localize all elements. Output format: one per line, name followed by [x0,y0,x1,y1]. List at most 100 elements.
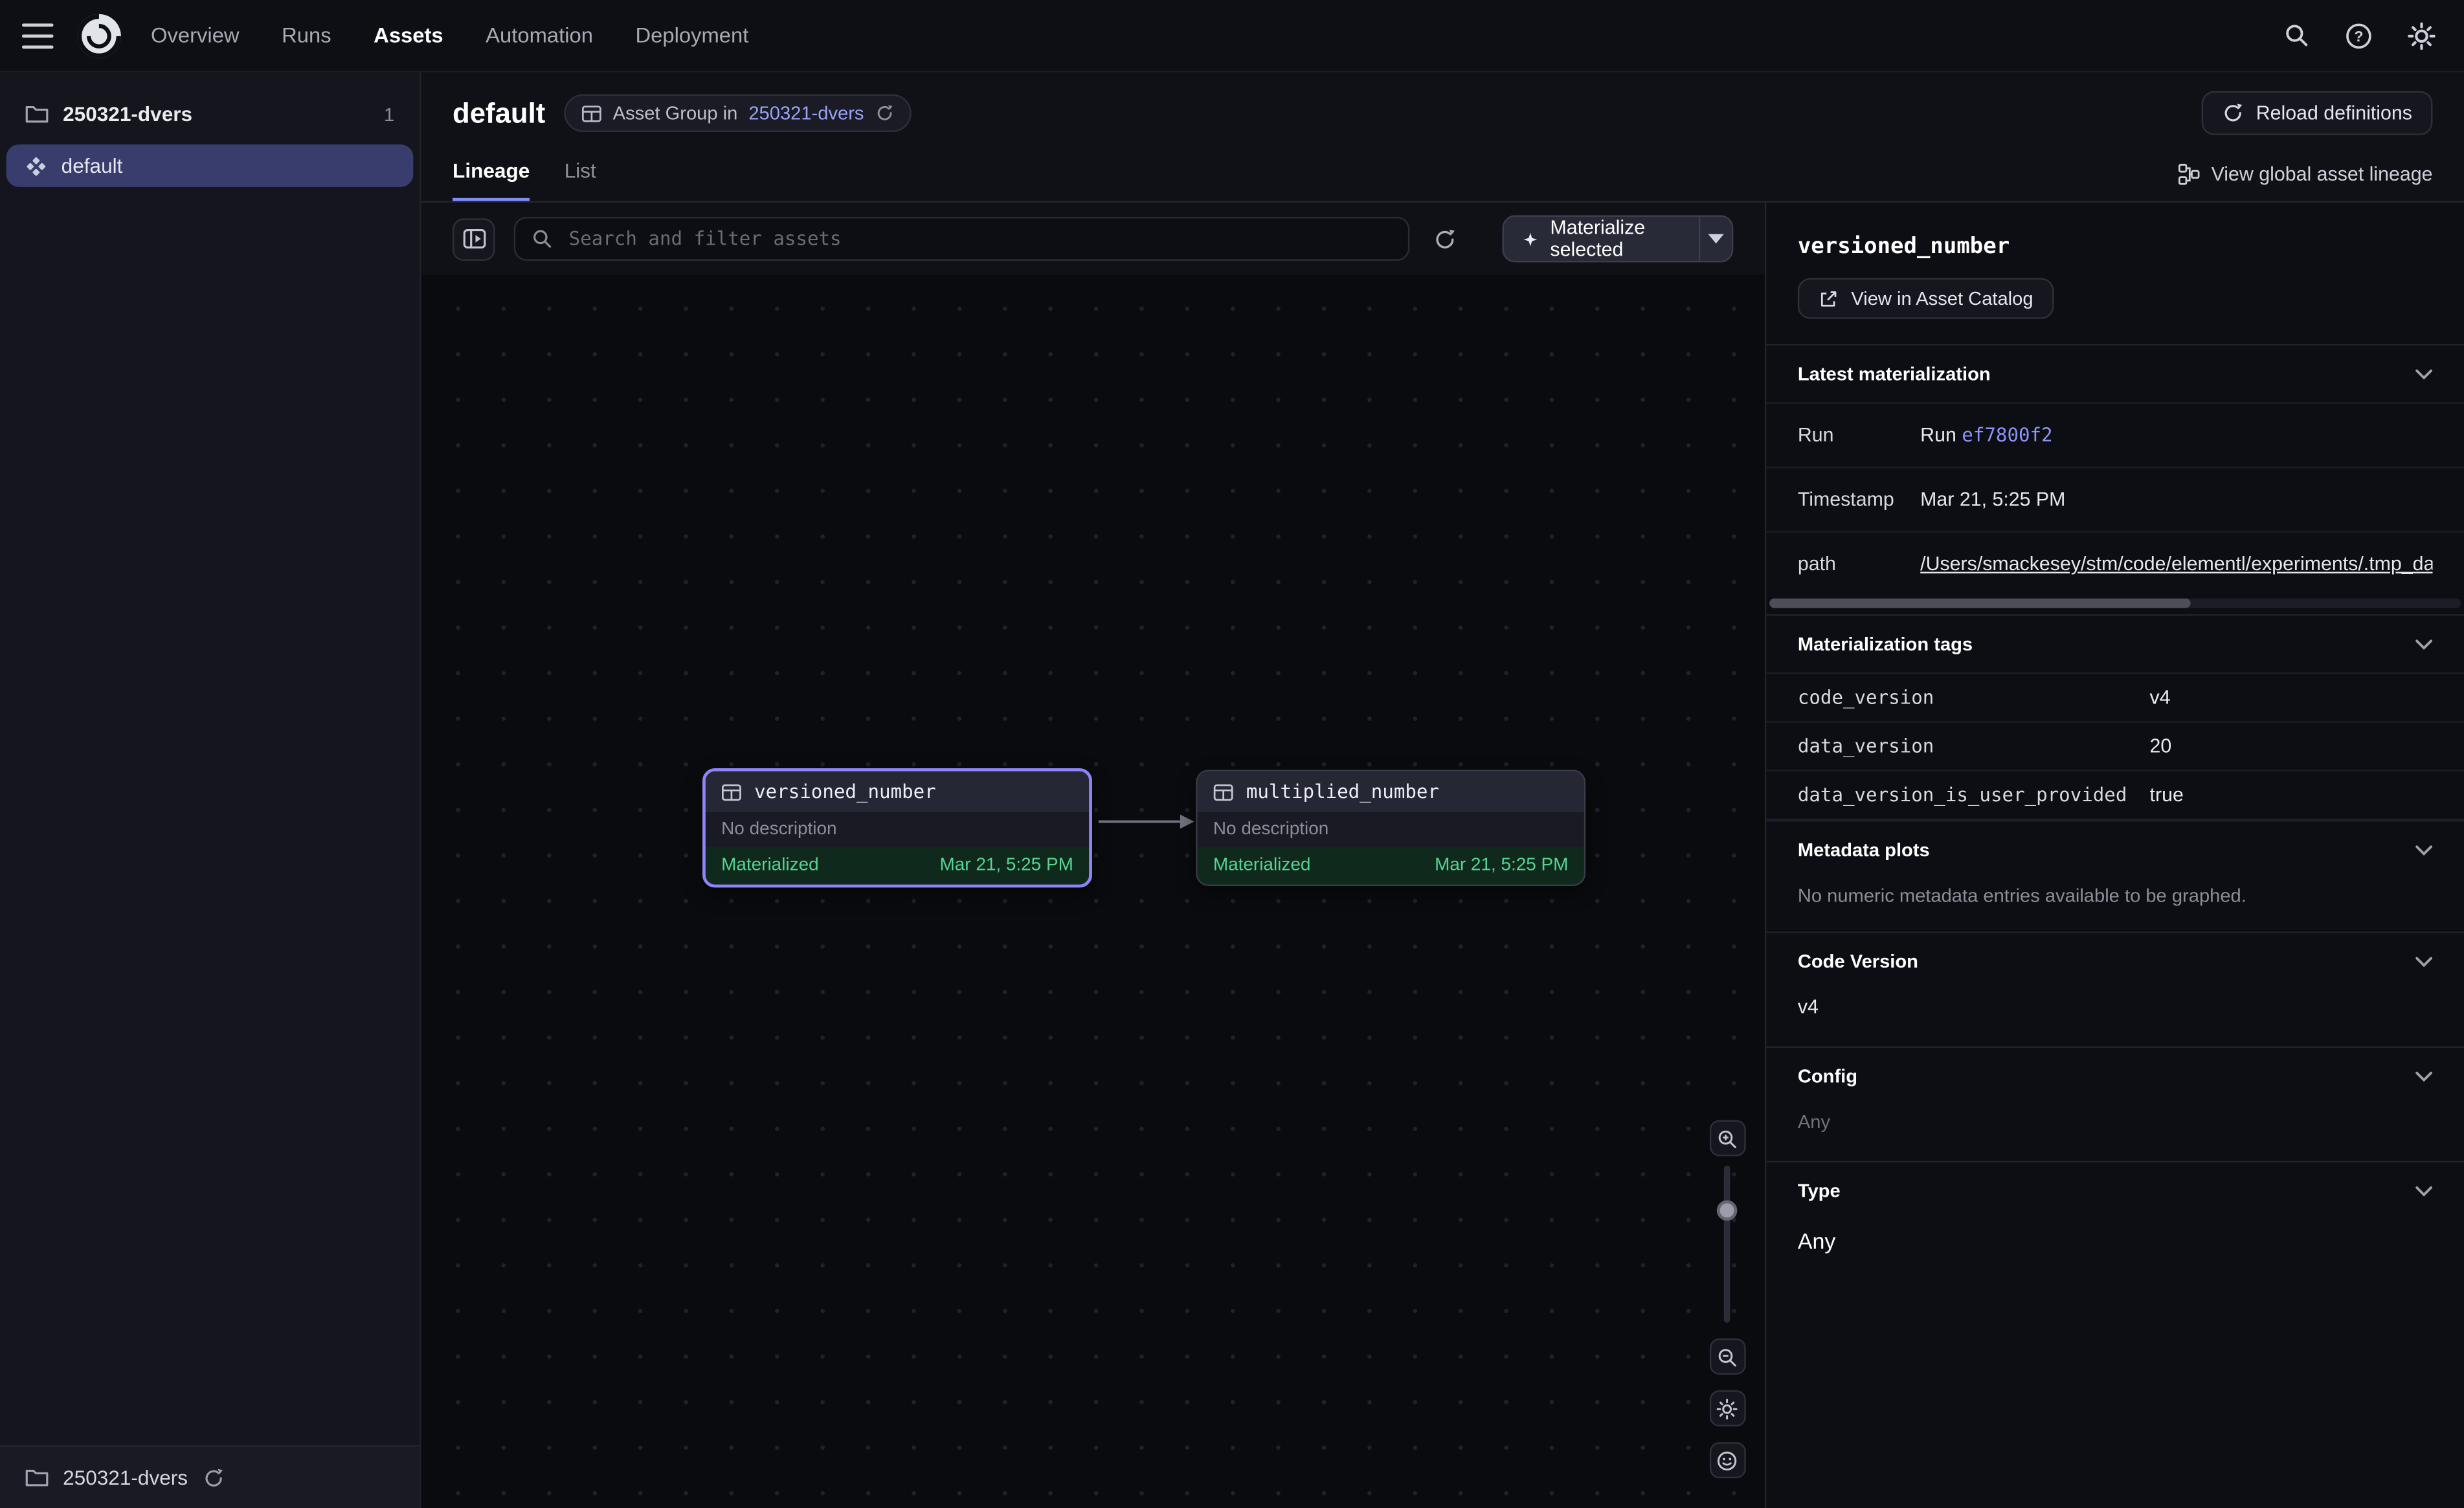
asset-detail-panel: versioned_number View in Asset Catalog L… [1765,203,2464,1508]
run-id-link[interactable]: ef7800f2 [1962,424,2052,446]
zoom-slider-thumb[interactable] [1717,1200,1738,1221]
asset-node-name: multiplied_number [1246,781,1439,803]
nav-item-assets[interactable]: Assets [374,23,443,47]
lineage-graph-area: Materialize selected [421,203,1765,1508]
zoom-out-button[interactable] [1709,1338,1745,1375]
section-title: Config [1798,1065,1857,1087]
section-code-version: Code Version v4 [1766,931,2464,1046]
horizontal-scrollbar[interactable] [1769,599,2461,608]
gear-icon[interactable] [2401,15,2442,56]
hamburger-menu-icon[interactable] [22,23,54,48]
type-value: Any [1766,1219,2464,1285]
refresh-icon[interactable] [875,104,893,122]
zoom-in-button[interactable] [1709,1120,1745,1157]
timestamp-label: Timestamp [1798,489,1920,511]
sidebar-item-label: default [62,154,123,177]
collapse-panel-button[interactable] [453,217,495,260]
page-header: default Asset Group in 250321-dvers [421,72,2464,203]
chevron-down-icon [2415,368,2433,379]
badge-prefix: Asset Group in [613,102,738,124]
caret-down-icon [1708,234,1724,244]
sidebar-group-label: 250321-dvers [63,102,192,126]
view-global-asset-lineage-link[interactable]: View global asset lineage [2178,163,2433,201]
asset-node-name: versioned_number [754,781,936,803]
tag-value: v4 [2150,687,2171,709]
refresh-icon[interactable] [202,1467,224,1489]
tab-lineage[interactable]: Lineage [453,159,530,201]
path-value-link[interactable]: /Users/smackesey/stm/code/elementl/exper… [1920,553,2432,575]
sparkle-icon [1522,228,1538,249]
section-latest-materialization: Latest materialization Run Run ef7800f2 … [1766,344,2464,608]
chevron-down-icon [2415,1070,2433,1081]
chevron-down-icon [2415,1185,2433,1196]
table-row: code_version v4 [1766,672,2464,721]
zoom-in-icon [1716,1127,1738,1149]
asset-node-multiplied-number[interactable]: multiplied_number No description Materia… [1196,770,1585,886]
asset-node-status: Materialized [1213,856,1310,875]
nav-item-deployment[interactable]: Deployment [636,23,749,47]
page-title: default [453,96,545,129]
section-header-materialization-tags[interactable]: Materialization tags [1766,616,2464,672]
materialization-tags-table: code_version v4 data_version 20 data_ver… [1766,672,2464,820]
asset-node-status: Materialized [721,856,818,875]
asset-node-versioned-number[interactable]: versioned_number No description Material… [702,768,1092,887]
sidebar-group-row[interactable]: 250321-dvers 1 [0,72,420,145]
nav-actions: ? [2276,15,2442,56]
materialize-selected-button[interactable]: Materialize selected [1502,216,1734,263]
section-header-latest-materialization[interactable]: Latest materialization [1766,346,2464,402]
search-icon [531,228,553,250]
run-value-prefix: Run [1920,424,1956,446]
feedback-button[interactable] [1709,1442,1745,1478]
config-value: Any [1766,1104,2464,1160]
lineage-canvas[interactable]: versioned_number No description Material… [421,275,1765,1508]
section-metadata-plots: Metadata plots No numeric metadata entri… [1766,820,2464,931]
sidebar-footer[interactable]: 250321-dvers [0,1445,420,1508]
row-path: path /Users/smackesey/stm/code/elementl/… [1766,531,2464,595]
panel-asset-title: versioned_number [1766,203,2464,259]
code-version-value: v4 [1766,990,2464,1046]
section-title: Latest materialization [1798,363,1991,385]
asset-node-timestamp: Mar 21, 5:25 PM [1435,856,1568,875]
search-icon[interactable] [2276,15,2316,56]
graph-toolbar: Materialize selected [421,203,1765,275]
sidebar-item-default[interactable]: default [6,144,414,187]
reload-icon [2221,102,2243,124]
section-title: Metadata plots [1798,839,1930,861]
sidebar-footer-label: 250321-dvers [63,1466,188,1489]
reload-definitions-button[interactable]: Reload definitions [2201,91,2433,135]
graph-settings-button[interactable] [1709,1390,1745,1426]
zoom-controls [1708,1120,1745,1478]
nav-item-overview[interactable]: Overview [151,23,240,47]
timestamp-value: Mar 21, 5:25 PM [1920,489,2065,511]
badge-group-link[interactable]: 250321-dvers [748,102,864,124]
refresh-graph-button[interactable] [1428,218,1461,259]
view-in-asset-catalog-button[interactable]: View in Asset Catalog [1798,278,2054,319]
face-icon [1716,1449,1738,1471]
help-icon[interactable]: ? [2338,15,2379,56]
materialize-dropdown-button[interactable] [1701,217,1732,261]
section-header-code-version[interactable]: Code Version [1766,933,2464,990]
section-header-config[interactable]: Config [1766,1048,2464,1104]
gear-icon [1716,1397,1738,1419]
tab-list[interactable]: List [565,159,596,201]
sidebar-group-count: 1 [384,103,394,125]
asset-group-icon [25,155,47,177]
chevron-down-icon [2415,639,2433,650]
asset-node-timestamp: Mar 21, 5:25 PM [939,856,1073,875]
table-row: data_version 20 [1766,721,2464,770]
asset-group-badge[interactable]: Asset Group in 250321-dvers [564,94,911,132]
reload-definitions-label: Reload definitions [2256,102,2412,124]
folder-icon [25,1467,49,1488]
lineage-edge-arrow [1099,810,1196,832]
section-header-metadata-plots[interactable]: Metadata plots [1766,821,2464,878]
nav-item-automation[interactable]: Automation [486,23,593,47]
table-icon [721,782,742,803]
horizontal-scrollbar-thumb[interactable] [1769,599,2191,608]
chevron-down-icon [2415,845,2433,856]
nav-item-runs[interactable]: Runs [282,23,331,47]
dagster-logo-icon[interactable] [76,12,123,59]
top-nav: Overview Runs Assets Automation Deployme… [0,0,2464,72]
asset-search-input[interactable] [566,227,1393,252]
zoom-slider[interactable] [1709,1166,1745,1323]
section-header-type[interactable]: Type [1766,1162,2464,1219]
